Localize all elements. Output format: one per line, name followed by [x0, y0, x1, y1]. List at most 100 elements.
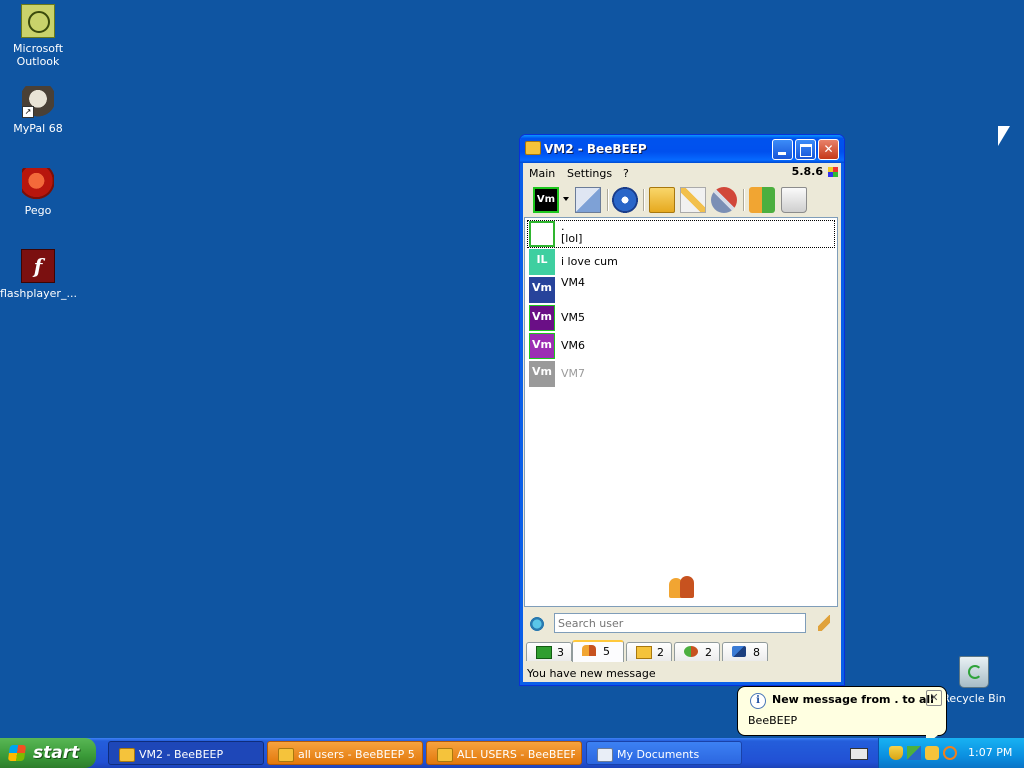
security-shield-icon[interactable]	[889, 746, 903, 760]
taskbar-item[interactable]: My Documents	[586, 741, 742, 765]
tab-groups[interactable]: 2	[626, 642, 672, 661]
user-row[interactable]: Vm VM5	[527, 304, 835, 332]
my-avatar-button[interactable]: Vm	[533, 187, 559, 213]
desktop-icon-pego[interactable]: Pego	[0, 168, 76, 217]
user-row[interactable]: Vm VM4	[527, 276, 835, 304]
beebeep-window: VM2 - BeeBEEP ✕ Main Settings ? 5.8.6 Vm…	[519, 134, 845, 686]
taskbar-item-label: VM2 - BeeBEEP	[139, 748, 224, 761]
tab-users[interactable]: 5	[572, 640, 624, 662]
user-name-block: VM4	[561, 277, 585, 289]
search-input[interactable]	[554, 613, 806, 633]
broom-icon[interactable]	[818, 615, 830, 631]
user-name: VM5	[561, 311, 586, 324]
network-tray-icon[interactable]	[907, 746, 921, 760]
tab-network[interactable]: 2	[674, 642, 720, 661]
avatar: Vm	[529, 277, 555, 303]
pin-icon	[732, 646, 746, 657]
users-group-icon	[667, 574, 697, 600]
windows-logo-icon	[7, 745, 27, 761]
tab-count: 8	[753, 646, 760, 659]
user-name: VM4	[561, 276, 586, 289]
user-name: i love cum	[561, 255, 618, 268]
beebeep-app-icon	[525, 141, 541, 155]
tab-count: 5	[603, 645, 610, 658]
recycle-bin-icon	[959, 656, 989, 688]
beebeep-app-icon	[119, 748, 135, 762]
shortcut-arrow-icon: ↗	[22, 106, 34, 118]
folder-icon[interactable]	[649, 187, 675, 213]
clear-icon[interactable]	[781, 187, 807, 213]
search-tray-icon[interactable]	[943, 746, 957, 760]
close-icon[interactable]: ✕	[926, 690, 942, 706]
avatar: Vm	[529, 361, 555, 387]
user-row[interactable]: Vm VM6	[527, 332, 835, 360]
desktop-icon-outlook[interactable]: Microsoft Outlook	[0, 4, 76, 68]
beebeep-logo-icon	[828, 167, 838, 177]
menu-settings[interactable]: Settings	[567, 167, 612, 180]
user-name-block: . [lol]	[561, 221, 582, 245]
version-label: 5.8.6	[791, 165, 823, 178]
tab-count: 2	[705, 646, 712, 659]
taskbar-item[interactable]: VM2 - BeeBEEP	[108, 741, 264, 765]
status-bar: You have new message	[524, 665, 840, 681]
toolbar-separator	[607, 189, 609, 211]
write-message-icon[interactable]	[680, 187, 706, 213]
keyboard-icon[interactable]	[850, 748, 868, 760]
notification-balloon[interactable]: i New message from . to all BeeBEEP ✕	[737, 686, 947, 745]
menu-help[interactable]: ?	[623, 167, 629, 180]
start-label: start	[33, 743, 80, 763]
desktop-icon-label: Recycle Bin	[942, 692, 1006, 705]
network-icon[interactable]	[612, 187, 638, 213]
toolbar-separator	[643, 189, 645, 211]
avatar: IL	[529, 249, 555, 275]
clock: 1:07 PM	[968, 746, 1013, 759]
maximize-button[interactable]	[795, 139, 816, 160]
search-row	[524, 611, 838, 637]
taskbar-item-label: My Documents	[617, 748, 700, 761]
users-icon	[582, 645, 596, 656]
chat-icon	[536, 646, 552, 659]
tab-count: 2	[657, 646, 664, 659]
mypal-icon: ↗	[22, 86, 54, 118]
tab-pinned[interactable]: 8	[722, 642, 768, 661]
desktop-icon-label: Pego	[24, 204, 52, 217]
user-row[interactable]: IL i love cum	[527, 248, 835, 276]
user-list: . [lol] IL i love cum Vm VM4 Vm VM5 Vm VM…	[524, 217, 838, 607]
share-icon[interactable]	[749, 187, 775, 213]
minimize-button[interactable]	[772, 139, 793, 160]
tab-chats[interactable]: 3	[526, 642, 572, 661]
desktop-icon-label: MyPal 68	[13, 122, 63, 135]
avatar: Vm	[529, 333, 555, 359]
desktop-icon-label: Microsoft Outlook	[12, 42, 64, 68]
tab-bar: 3 5 2 2 8	[524, 640, 838, 662]
close-button[interactable]: ✕	[818, 139, 839, 160]
tools-icon[interactable]	[711, 187, 737, 213]
beebeep-app-icon	[278, 748, 294, 762]
system-tray: 1:07 PM	[878, 738, 1024, 768]
pego-icon	[22, 168, 54, 200]
tab-count: 3	[557, 646, 564, 659]
taskbar-item[interactable]: ALL USERS - BeeBEEP...	[426, 741, 582, 765]
start-button[interactable]: start	[0, 738, 96, 768]
network-icon	[684, 646, 698, 657]
avatar: Vm	[529, 305, 555, 331]
user-row[interactable]: Vm VM7	[527, 360, 835, 388]
search-icon	[530, 617, 544, 631]
desktop-icon-mypal[interactable]: ↗ MyPal 68	[0, 86, 76, 135]
info-icon: i	[750, 693, 766, 709]
desktop-icon-recycle-bin[interactable]: Recycle Bin	[940, 656, 1008, 705]
user-row[interactable]: . [lol]	[527, 220, 835, 248]
menu-main[interactable]: Main	[529, 167, 555, 180]
user-name: VM7	[561, 367, 586, 380]
taskbar: start VM2 - BeeBEEP all users - BeeBEEP …	[0, 738, 1024, 768]
title-bar[interactable]: VM2 - BeeBEEP ✕	[520, 135, 844, 163]
chevron-down-icon[interactable]	[563, 197, 569, 201]
status-text: You have new message	[527, 667, 656, 680]
taskbar-item[interactable]: all users - BeeBEEP 5....	[267, 741, 423, 765]
edit-profile-icon[interactable]	[575, 187, 601, 213]
window-title: VM2 - BeeBEEP	[544, 142, 647, 156]
group-icon	[636, 646, 652, 659]
desktop-icon-flashplayer[interactable]: f flashplayer_...	[0, 249, 77, 300]
beebeep-tray-icon[interactable]	[925, 746, 939, 760]
mouse-cursor-icon	[998, 126, 1010, 146]
